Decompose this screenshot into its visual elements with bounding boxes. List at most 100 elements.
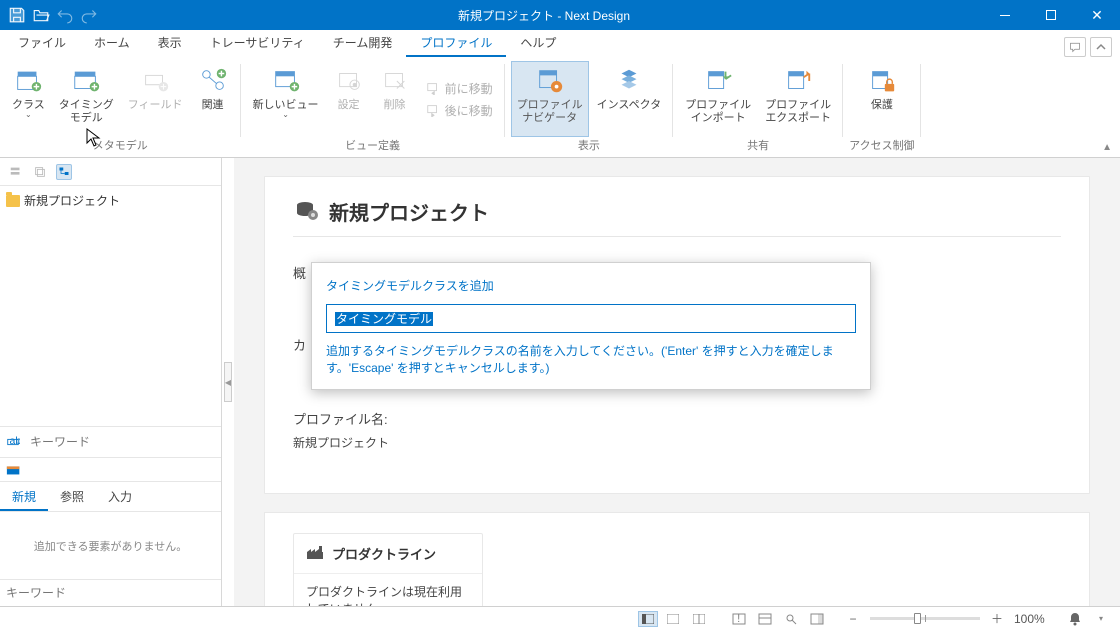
chevron-down-icon: ⌄ xyxy=(282,110,289,119)
menu-team[interactable]: チーム開発 xyxy=(319,29,407,57)
maximize-button[interactable] xyxy=(1028,0,1074,30)
productline-title: プロダクトライン xyxy=(332,544,436,563)
tab-new[interactable]: 新規 xyxy=(0,482,48,511)
zoom-slider[interactable] xyxy=(870,617,980,620)
zoom-control: − ＋ 100% xyxy=(842,610,1050,628)
profile-name-label: プロファイル名: xyxy=(293,409,1061,428)
close-button[interactable]: ✕ xyxy=(1074,0,1120,30)
zoom-in-button[interactable]: ＋ xyxy=(986,610,1008,628)
notification-icon[interactable] xyxy=(1064,610,1086,628)
class-icon xyxy=(12,65,44,97)
minimize-button[interactable] xyxy=(982,0,1028,30)
project-icon xyxy=(293,197,319,226)
inspector-icon xyxy=(613,65,645,97)
splitter[interactable]: ◀ xyxy=(222,158,234,606)
feedback-icon[interactable] xyxy=(1064,37,1086,57)
titlebar: 新規プロジェクト - Next Design ✕ xyxy=(0,0,1120,30)
error-panel-icon[interactable]: ! xyxy=(728,610,750,628)
search-panel-icon[interactable] xyxy=(780,610,802,628)
page-title: 新規プロジェクト xyxy=(329,197,489,226)
redo-icon[interactable] xyxy=(80,6,98,24)
sidebar-tab-hierarchy-icon[interactable] xyxy=(56,164,72,180)
group-label-display: 表示 xyxy=(578,137,600,155)
sidebar-bottom-search-input[interactable] xyxy=(0,580,221,606)
import-icon xyxy=(702,65,734,97)
productline-body: プロダクトラインは現在利用していません。 xyxy=(294,574,482,606)
ribbon-group-display: プロファイル ナビゲータ インスペクタ 表示 xyxy=(505,58,674,157)
profile-export-button[interactable]: プロファイル エクスポート xyxy=(759,61,837,137)
group-label-access: アクセス制御 xyxy=(849,137,914,155)
layout-1-icon[interactable] xyxy=(638,611,658,627)
class-button[interactable]: クラス ⌄ xyxy=(6,61,51,137)
quick-access-toolbar xyxy=(0,6,106,24)
factory-icon xyxy=(306,544,324,563)
sidebar-tab-tree-icon[interactable] xyxy=(8,164,24,180)
sidebar-mode-tabs xyxy=(0,158,221,186)
association-button[interactable]: 関連 xyxy=(191,61,235,137)
sidebar-panel-tabs: 新規 参照 入力 xyxy=(0,481,221,512)
productline-card: プロダクトライン プロダクトラインは現在利用していません。 xyxy=(293,533,483,606)
menu-profile[interactable]: プロファイル xyxy=(406,29,506,57)
layout-3-icon[interactable] xyxy=(688,610,710,628)
tree-item-label: 新規プロジェクト xyxy=(24,192,120,209)
undo-icon[interactable] xyxy=(56,6,74,24)
move-prev-icon xyxy=(425,80,441,96)
move-next-icon xyxy=(425,102,441,118)
timing-model-icon xyxy=(70,65,102,97)
sidebar-tree[interactable]: 新規プロジェクト xyxy=(0,186,221,426)
profile-navigator-button[interactable]: プロファイル ナビゲータ xyxy=(511,61,589,137)
ka-label-partial: カ xyxy=(293,335,306,354)
settings-button: 設定 xyxy=(327,61,371,137)
tab-reference[interactable]: 参照 xyxy=(48,482,96,511)
menu-view[interactable]: 表示 xyxy=(144,29,196,57)
properties-panel-icon[interactable] xyxy=(806,610,828,628)
window-controls: ✕ xyxy=(982,0,1120,30)
expand-ribbon-icon[interactable] xyxy=(1090,37,1112,57)
chevron-down-icon: ⌄ xyxy=(25,110,32,119)
chevron-down-icon[interactable]: ▾ xyxy=(1090,610,1112,628)
tree-item-root[interactable]: 新規プロジェクト xyxy=(2,190,219,211)
overview-label-partial: 概 xyxy=(293,263,306,282)
menu-file[interactable]: ファイル xyxy=(4,29,80,57)
group-label-metamodel: メタモデル xyxy=(93,137,148,155)
project-card: 新規プロジェクト 概 カ タイミングモデルクラスを追加 タイミングモデル 追加す… xyxy=(264,176,1090,494)
layout-2-icon[interactable] xyxy=(662,610,684,628)
ribbon: クラス ⌄ タイミング モデル フィールド 関連 メタモデル 新しいビュー ⌄ xyxy=(0,58,1120,158)
sidebar: 新規プロジェクト ab 新規 参照 入力 追加できる要素がありません。 xyxy=(0,158,222,606)
zoom-value: 100% xyxy=(1014,612,1050,626)
group-label-share: 共有 xyxy=(747,137,769,155)
field-icon xyxy=(139,65,171,97)
field-button: フィールド xyxy=(122,61,189,137)
add-class-popup: タイミングモデルクラスを追加 タイミングモデル 追加するタイミングモデルクラスの… xyxy=(311,262,871,390)
group-label-viewdef: ビュー定義 xyxy=(345,137,400,155)
panel-icon xyxy=(6,463,22,477)
content-area: 新規プロジェクト 概 カ タイミングモデルクラスを追加 タイミングモデル 追加す… xyxy=(234,158,1120,606)
sidebar-search-input[interactable] xyxy=(26,431,217,453)
tab-input[interactable]: 入力 xyxy=(96,482,144,511)
menu-help[interactable]: ヘルプ xyxy=(506,29,570,57)
save-icon[interactable] xyxy=(8,6,26,24)
inspector-button[interactable]: インスペクタ xyxy=(591,61,668,137)
sidebar-tab-copy-icon[interactable] xyxy=(32,164,48,180)
association-icon xyxy=(197,65,229,97)
lock-icon xyxy=(866,65,898,97)
new-view-button[interactable]: 新しいビュー ⌄ xyxy=(247,61,325,137)
move-prev-button: 前に移動 xyxy=(419,78,499,99)
export-icon xyxy=(782,65,814,97)
ribbon-group-access: 保護 アクセス制御 xyxy=(843,58,920,157)
ribbon-group-metamodel: クラス ⌄ タイミング モデル フィールド 関連 メタモデル xyxy=(0,58,241,157)
class-name-input[interactable]: タイミングモデル xyxy=(326,304,856,333)
output-panel-icon[interactable] xyxy=(754,610,776,628)
profile-navigator-icon xyxy=(534,65,566,97)
menu-traceability[interactable]: トレーサビリティ xyxy=(196,29,319,57)
timing-model-button[interactable]: タイミング モデル xyxy=(53,61,120,137)
profile-import-button[interactable]: プロファイル インポート xyxy=(679,61,757,137)
collapse-ribbon-icon[interactable]: ▲ xyxy=(1102,142,1112,153)
menu-home[interactable]: ホーム xyxy=(80,29,144,57)
zoom-out-button[interactable]: − xyxy=(842,610,864,628)
delete-button: 削除 xyxy=(373,61,417,137)
open-icon[interactable] xyxy=(32,6,50,24)
sidebar-mid-tab[interactable] xyxy=(0,457,221,481)
new-view-icon xyxy=(270,65,302,97)
protect-button[interactable]: 保護 xyxy=(860,61,904,137)
